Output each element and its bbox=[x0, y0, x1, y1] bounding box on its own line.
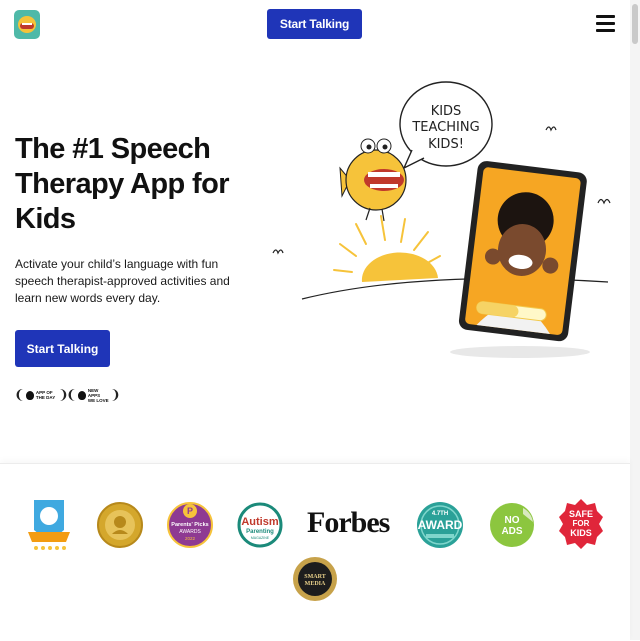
hamburger-menu-icon[interactable] bbox=[596, 15, 615, 33]
smart-media-award-badge: SMART MEDIA bbox=[293, 557, 337, 601]
award-teal-badge: 4.7TH AWARD bbox=[417, 502, 463, 548]
parents-picks-award-badge: P Parents' Picks AWARDS 2022 bbox=[167, 502, 213, 548]
app-of-the-day-laurel: ❨ APP OF THE DAY ❩ bbox=[14, 384, 69, 406]
autism-line2: Parenting bbox=[246, 529, 274, 535]
parents-picks-line2: AWARDS bbox=[179, 529, 201, 535]
autism-line1: Autism bbox=[241, 516, 279, 528]
tablet-image bbox=[458, 161, 587, 342]
start-talking-header-button[interactable]: Start Talking bbox=[267, 9, 362, 39]
award-text: AWARD bbox=[418, 518, 463, 532]
laurel-left-icon: ❨ bbox=[66, 387, 77, 402]
smart-line2: MEDIA bbox=[305, 581, 326, 587]
safe-line3: KIDS bbox=[570, 528, 592, 538]
scrollbar-thumb[interactable] bbox=[632, 4, 638, 44]
safe-line2: FOR bbox=[573, 519, 590, 528]
laurel-left-icon: ❨ bbox=[14, 387, 25, 402]
autism-line3: MAGAZINE bbox=[251, 536, 270, 540]
no-ads-line1: NO bbox=[505, 515, 520, 526]
scrollbar-track[interactable] bbox=[630, 0, 640, 640]
parents-picks-line1: Parents' Picks bbox=[171, 522, 208, 528]
no-ads-line2: ADS bbox=[501, 526, 522, 537]
bird-doodle-icon bbox=[597, 198, 611, 205]
site-header: Start Talking bbox=[0, 0, 630, 48]
moms-choice-award-badge bbox=[97, 502, 143, 548]
speech-bubble: KIDS TEACHING KIDS! bbox=[399, 81, 493, 170]
bubble-line-3: KIDS! bbox=[428, 137, 464, 152]
autism-parenting-magazine-badge: Autism Parenting MAGAZINE bbox=[237, 502, 283, 548]
parents-picks-year: 2022 bbox=[185, 536, 196, 541]
laurel-line2: WE LOVE bbox=[87, 397, 109, 403]
bird-doodle-icon bbox=[545, 126, 557, 132]
tablet-shadow bbox=[450, 346, 590, 358]
start-talking-hero-button[interactable]: Start Talking bbox=[15, 330, 110, 367]
hero-title: The #1 Speech Therapy App for Kids bbox=[15, 133, 229, 235]
logo-icon[interactable] bbox=[14, 10, 40, 39]
svg-text:P: P bbox=[187, 506, 193, 516]
laurel-line1: NEW APPS bbox=[87, 387, 101, 398]
fish-mascot-icon bbox=[339, 138, 407, 222]
safe-line1: SAFE bbox=[569, 509, 593, 519]
sun-icon bbox=[361, 252, 438, 282]
hero-subtitle: Activate your child’s language with fun … bbox=[15, 257, 230, 305]
laurel-line2: THE DAY bbox=[35, 395, 56, 400]
bird-doodle-icon bbox=[272, 249, 284, 255]
new-apps-we-love-laurel: ❨ NEW APPS WE LOVE ❩ bbox=[66, 384, 121, 406]
apple-icon bbox=[25, 390, 34, 400]
forbes-logo: Forbes bbox=[307, 506, 390, 539]
educational-app-store-badge bbox=[28, 500, 70, 550]
apple-icon bbox=[77, 390, 86, 400]
laurel-right-icon: ❩ bbox=[109, 387, 121, 402]
bubble-line-1: KIDS bbox=[431, 104, 462, 119]
no-ads-badge: NO ADS bbox=[490, 503, 534, 547]
safe-for-kids-badge: SAFE FOR KIDS bbox=[559, 499, 603, 549]
hero-illustration: KIDS TEACHING KIDS! bbox=[272, 81, 611, 358]
award-top-text: 4.7TH bbox=[432, 511, 448, 517]
smart-line1: SMART bbox=[304, 574, 325, 580]
bubble-line-2: TEACHING bbox=[411, 120, 479, 135]
